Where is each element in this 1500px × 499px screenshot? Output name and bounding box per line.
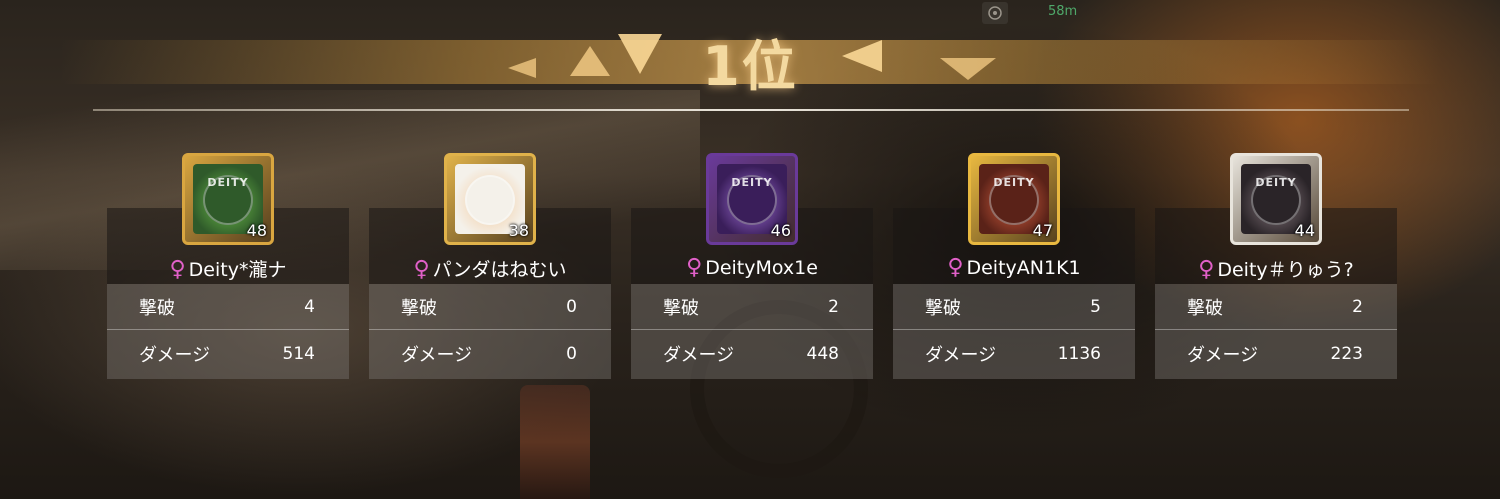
- player-name-row: ♀ DeityMox1e: [631, 255, 873, 280]
- kills-label: 撃破: [925, 297, 961, 319]
- damage-value: 0: [566, 344, 577, 364]
- player-avatar[interactable]: DEITY 44: [1230, 153, 1322, 245]
- kills-label: 撃破: [139, 297, 175, 319]
- player-stats: 撃破 2 ダメージ 448: [631, 284, 873, 379]
- avatar-emblem-icon: [465, 175, 515, 226]
- damage-value: 514: [282, 344, 315, 364]
- damage-value: 448: [806, 344, 839, 364]
- avatar-clan-label: DEITY: [993, 176, 1035, 189]
- player-level: 48: [246, 221, 267, 240]
- player-card: DEITY 46 ♀ DeityMox1e 撃破 2 ダメージ 448: [631, 153, 873, 379]
- kills-value: 0: [566, 296, 577, 317]
- player-name: パンダはねむい: [432, 259, 567, 281]
- damage-label: ダメージ: [139, 345, 211, 366]
- kills-row: 撃破 0: [369, 284, 611, 330]
- damage-row: ダメージ 223: [1155, 331, 1397, 377]
- player-results: DEITY 48 ♀ Deity*瀧ナ 撃破 4 ダメージ 514 38 ♀ パンダはねむい 撃破 0 ダ…: [0, 0, 1500, 499]
- female-icon: ♀: [169, 257, 186, 282]
- game-scene-background: 58m 1位 DEITY 48 ♀ Deity*瀧ナ 撃破 4 ダメージ 514 38 ♀ パンダは…: [0, 0, 1500, 499]
- kills-label: 撃破: [401, 297, 437, 319]
- player-avatar[interactable]: DEITY 47: [968, 153, 1060, 245]
- avatar-clan-label: DEITY: [1255, 176, 1297, 189]
- player-stats: 撃破 0 ダメージ 0: [369, 284, 611, 379]
- player-card: 38 ♀ パンダはねむい撃破 0 ダメージ 0: [369, 153, 611, 379]
- avatar-clan-label: DEITY: [731, 176, 773, 189]
- player-name: Deity＃りゅう?: [1217, 259, 1354, 281]
- female-icon: ♀: [686, 255, 703, 280]
- damage-value: 1136: [1057, 344, 1101, 364]
- kills-value: 2: [828, 296, 839, 317]
- damage-row: ダメージ 0: [369, 331, 611, 377]
- damage-row: ダメージ 514: [107, 331, 349, 377]
- player-level: 47: [1032, 221, 1053, 240]
- player-level: 46: [770, 221, 791, 240]
- player-name: DeityAN1K1: [966, 257, 1081, 279]
- kills-row: 撃破 2: [631, 284, 873, 330]
- player-name-row: ♀ DeityAN1K1: [893, 255, 1135, 280]
- female-icon: ♀: [413, 257, 430, 282]
- player-name-row: ♀ Deity＃りゅう?: [1155, 255, 1397, 282]
- damage-label: ダメージ: [663, 345, 735, 366]
- player-card: DEITY 47 ♀ DeityAN1K1 撃破 5 ダメージ 1136: [893, 153, 1135, 379]
- player-avatar[interactable]: DEITY 46: [706, 153, 798, 245]
- kills-value: 5: [1090, 296, 1101, 317]
- player-avatar[interactable]: 38: [444, 153, 536, 245]
- player-card: DEITY 48 ♀ Deity*瀧ナ 撃破 4 ダメージ 514: [107, 153, 349, 379]
- kills-label: 撃破: [1187, 297, 1223, 319]
- damage-label: ダメージ: [401, 345, 473, 366]
- player-avatar[interactable]: DEITY 48: [182, 153, 274, 245]
- kills-value: 2: [1352, 296, 1363, 317]
- damage-label: ダメージ: [925, 345, 997, 366]
- damage-label: ダメージ: [1187, 345, 1259, 366]
- kills-value: 4: [304, 296, 315, 317]
- damage-value: 223: [1330, 344, 1363, 364]
- female-icon: ♀: [947, 255, 964, 280]
- kills-row: 撃破 2: [1155, 284, 1397, 330]
- player-name-row: ♀ Deity*瀧ナ: [107, 255, 349, 282]
- player-card: DEITY 44 ♀ Deity＃りゅう? 撃破 2 ダメージ 223: [1155, 153, 1397, 379]
- player-level: 38: [508, 221, 529, 240]
- player-name: Deity*瀧ナ: [188, 259, 287, 281]
- player-stats: 撃破 4 ダメージ 514: [107, 284, 349, 379]
- player-name: DeityMox1e: [705, 257, 818, 279]
- female-icon: ♀: [1198, 257, 1215, 282]
- kills-row: 撃破 5: [893, 284, 1135, 330]
- kills-label: 撃破: [663, 297, 699, 319]
- player-level: 44: [1294, 221, 1315, 240]
- damage-row: ダメージ 448: [631, 331, 873, 377]
- player-stats: 撃破 5 ダメージ 1136: [893, 284, 1135, 379]
- player-name-row: ♀ パンダはねむい: [369, 255, 611, 282]
- damage-row: ダメージ 1136: [893, 331, 1135, 377]
- player-stats: 撃破 2 ダメージ 223: [1155, 284, 1397, 379]
- kills-row: 撃破 4: [107, 284, 349, 330]
- avatar-clan-label: DEITY: [207, 176, 249, 189]
